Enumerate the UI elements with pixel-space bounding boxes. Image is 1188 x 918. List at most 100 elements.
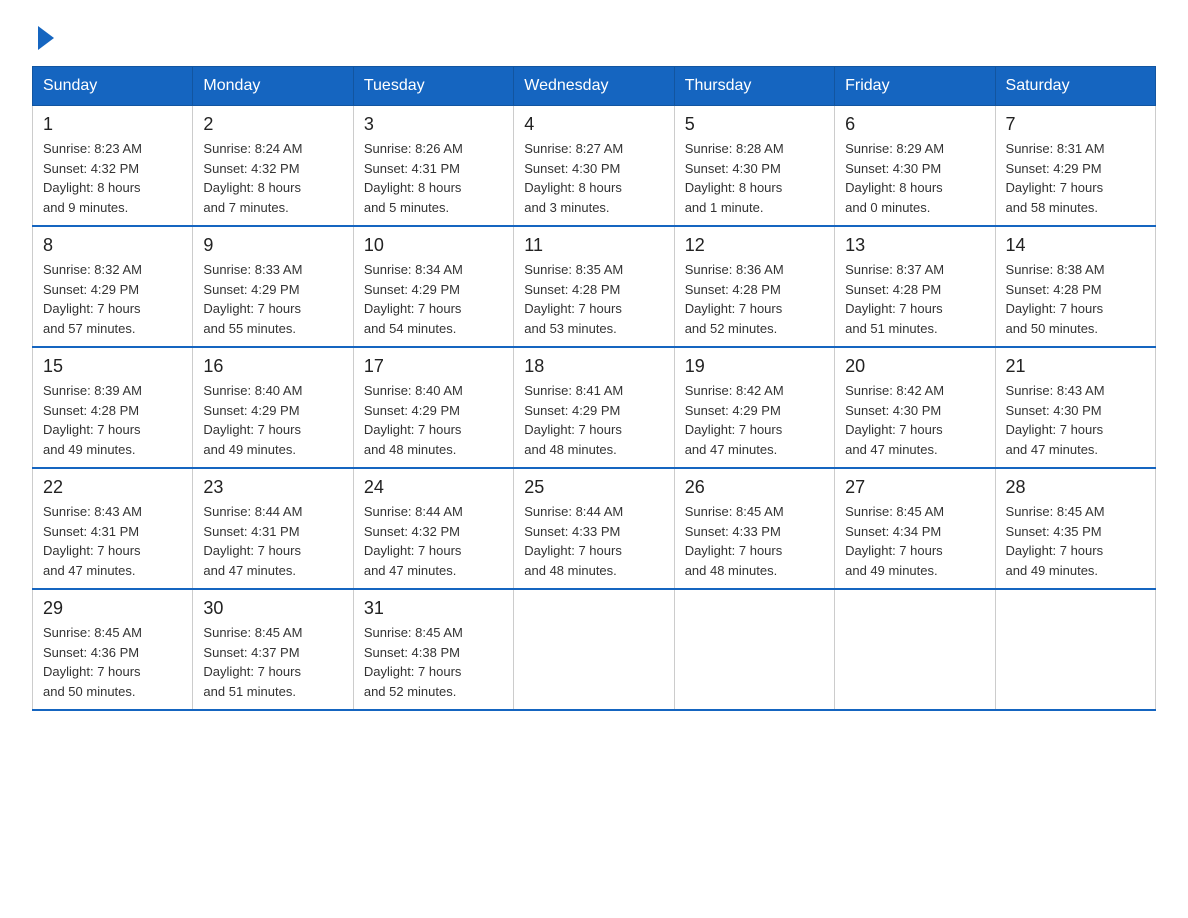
calendar-cell: 4 Sunrise: 8:27 AMSunset: 4:30 PMDayligh… (514, 106, 674, 227)
calendar-cell: 7 Sunrise: 8:31 AMSunset: 4:29 PMDayligh… (995, 106, 1155, 227)
weekday-header-wednesday: Wednesday (514, 67, 674, 106)
day-number: 3 (364, 114, 503, 135)
calendar-cell: 1 Sunrise: 8:23 AMSunset: 4:32 PMDayligh… (33, 106, 193, 227)
day-number: 14 (1006, 235, 1145, 256)
day-info: Sunrise: 8:44 AMSunset: 4:31 PMDaylight:… (203, 502, 342, 580)
day-number: 17 (364, 356, 503, 377)
day-number: 18 (524, 356, 663, 377)
day-number: 5 (685, 114, 824, 135)
day-info: Sunrise: 8:41 AMSunset: 4:29 PMDaylight:… (524, 381, 663, 459)
day-number: 21 (1006, 356, 1145, 377)
day-info: Sunrise: 8:29 AMSunset: 4:30 PMDaylight:… (845, 139, 984, 217)
day-info: Sunrise: 8:33 AMSunset: 4:29 PMDaylight:… (203, 260, 342, 338)
day-info: Sunrise: 8:43 AMSunset: 4:30 PMDaylight:… (1006, 381, 1145, 459)
day-number: 7 (1006, 114, 1145, 135)
day-number: 15 (43, 356, 182, 377)
calendar-cell: 9 Sunrise: 8:33 AMSunset: 4:29 PMDayligh… (193, 226, 353, 347)
day-number: 29 (43, 598, 182, 619)
calendar-cell: 18 Sunrise: 8:41 AMSunset: 4:29 PMDaylig… (514, 347, 674, 468)
calendar-cell: 8 Sunrise: 8:32 AMSunset: 4:29 PMDayligh… (33, 226, 193, 347)
calendar-cell: 27 Sunrise: 8:45 AMSunset: 4:34 PMDaylig… (835, 468, 995, 589)
day-number: 28 (1006, 477, 1145, 498)
calendar-cell: 3 Sunrise: 8:26 AMSunset: 4:31 PMDayligh… (353, 106, 513, 227)
day-number: 24 (364, 477, 503, 498)
day-info: Sunrise: 8:42 AMSunset: 4:29 PMDaylight:… (685, 381, 824, 459)
calendar-cell: 24 Sunrise: 8:44 AMSunset: 4:32 PMDaylig… (353, 468, 513, 589)
day-number: 2 (203, 114, 342, 135)
day-number: 12 (685, 235, 824, 256)
calendar-cell: 26 Sunrise: 8:45 AMSunset: 4:33 PMDaylig… (674, 468, 834, 589)
day-info: Sunrise: 8:45 AMSunset: 4:35 PMDaylight:… (1006, 502, 1145, 580)
calendar-cell: 14 Sunrise: 8:38 AMSunset: 4:28 PMDaylig… (995, 226, 1155, 347)
day-info: Sunrise: 8:40 AMSunset: 4:29 PMDaylight:… (203, 381, 342, 459)
calendar-cell: 31 Sunrise: 8:45 AMSunset: 4:38 PMDaylig… (353, 589, 513, 710)
calendar-cell: 5 Sunrise: 8:28 AMSunset: 4:30 PMDayligh… (674, 106, 834, 227)
calendar-cell: 19 Sunrise: 8:42 AMSunset: 4:29 PMDaylig… (674, 347, 834, 468)
day-number: 30 (203, 598, 342, 619)
calendar-cell: 29 Sunrise: 8:45 AMSunset: 4:36 PMDaylig… (33, 589, 193, 710)
day-info: Sunrise: 8:45 AMSunset: 4:34 PMDaylight:… (845, 502, 984, 580)
weekday-header-sunday: Sunday (33, 67, 193, 106)
day-info: Sunrise: 8:45 AMSunset: 4:36 PMDaylight:… (43, 623, 182, 701)
page-header (32, 24, 1156, 54)
logo (32, 24, 57, 54)
day-number: 16 (203, 356, 342, 377)
weekday-header-thursday: Thursday (674, 67, 834, 106)
day-number: 9 (203, 235, 342, 256)
day-info: Sunrise: 8:40 AMSunset: 4:29 PMDaylight:… (364, 381, 503, 459)
weekday-header-friday: Friday (835, 67, 995, 106)
day-number: 26 (685, 477, 824, 498)
calendar-cell: 28 Sunrise: 8:45 AMSunset: 4:35 PMDaylig… (995, 468, 1155, 589)
day-info: Sunrise: 8:36 AMSunset: 4:28 PMDaylight:… (685, 260, 824, 338)
day-info: Sunrise: 8:45 AMSunset: 4:38 PMDaylight:… (364, 623, 503, 701)
day-info: Sunrise: 8:39 AMSunset: 4:28 PMDaylight:… (43, 381, 182, 459)
calendar-cell: 12 Sunrise: 8:36 AMSunset: 4:28 PMDaylig… (674, 226, 834, 347)
day-info: Sunrise: 8:27 AMSunset: 4:30 PMDaylight:… (524, 139, 663, 217)
day-info: Sunrise: 8:45 AMSunset: 4:37 PMDaylight:… (203, 623, 342, 701)
day-info: Sunrise: 8:34 AMSunset: 4:29 PMDaylight:… (364, 260, 503, 338)
calendar-cell: 2 Sunrise: 8:24 AMSunset: 4:32 PMDayligh… (193, 106, 353, 227)
day-number: 19 (685, 356, 824, 377)
day-info: Sunrise: 8:45 AMSunset: 4:33 PMDaylight:… (685, 502, 824, 580)
calendar-week-row: 1 Sunrise: 8:23 AMSunset: 4:32 PMDayligh… (33, 106, 1156, 227)
calendar-cell (835, 589, 995, 710)
calendar-cell: 20 Sunrise: 8:42 AMSunset: 4:30 PMDaylig… (835, 347, 995, 468)
weekday-header-monday: Monday (193, 67, 353, 106)
day-number: 20 (845, 356, 984, 377)
calendar-cell: 25 Sunrise: 8:44 AMSunset: 4:33 PMDaylig… (514, 468, 674, 589)
calendar-cell: 16 Sunrise: 8:40 AMSunset: 4:29 PMDaylig… (193, 347, 353, 468)
day-info: Sunrise: 8:26 AMSunset: 4:31 PMDaylight:… (364, 139, 503, 217)
day-info: Sunrise: 8:43 AMSunset: 4:31 PMDaylight:… (43, 502, 182, 580)
calendar-cell (995, 589, 1155, 710)
calendar-week-row: 8 Sunrise: 8:32 AMSunset: 4:29 PMDayligh… (33, 226, 1156, 347)
day-number: 4 (524, 114, 663, 135)
day-info: Sunrise: 8:42 AMSunset: 4:30 PMDaylight:… (845, 381, 984, 459)
day-info: Sunrise: 8:38 AMSunset: 4:28 PMDaylight:… (1006, 260, 1145, 338)
day-number: 27 (845, 477, 984, 498)
day-number: 6 (845, 114, 984, 135)
calendar-week-row: 29 Sunrise: 8:45 AMSunset: 4:36 PMDaylig… (33, 589, 1156, 710)
day-number: 22 (43, 477, 182, 498)
day-info: Sunrise: 8:32 AMSunset: 4:29 PMDaylight:… (43, 260, 182, 338)
calendar-cell: 23 Sunrise: 8:44 AMSunset: 4:31 PMDaylig… (193, 468, 353, 589)
day-number: 11 (524, 235, 663, 256)
calendar-cell: 22 Sunrise: 8:43 AMSunset: 4:31 PMDaylig… (33, 468, 193, 589)
day-info: Sunrise: 8:23 AMSunset: 4:32 PMDaylight:… (43, 139, 182, 217)
calendar-week-row: 22 Sunrise: 8:43 AMSunset: 4:31 PMDaylig… (33, 468, 1156, 589)
day-number: 23 (203, 477, 342, 498)
day-info: Sunrise: 8:28 AMSunset: 4:30 PMDaylight:… (685, 139, 824, 217)
day-number: 25 (524, 477, 663, 498)
calendar-cell: 10 Sunrise: 8:34 AMSunset: 4:29 PMDaylig… (353, 226, 513, 347)
day-number: 31 (364, 598, 503, 619)
logo-arrow-icon (34, 24, 56, 60)
weekday-header-tuesday: Tuesday (353, 67, 513, 106)
calendar-cell: 15 Sunrise: 8:39 AMSunset: 4:28 PMDaylig… (33, 347, 193, 468)
weekday-header-row: SundayMondayTuesdayWednesdayThursdayFrid… (33, 67, 1156, 106)
day-info: Sunrise: 8:35 AMSunset: 4:28 PMDaylight:… (524, 260, 663, 338)
calendar-cell (674, 589, 834, 710)
day-info: Sunrise: 8:31 AMSunset: 4:29 PMDaylight:… (1006, 139, 1145, 217)
calendar-cell: 30 Sunrise: 8:45 AMSunset: 4:37 PMDaylig… (193, 589, 353, 710)
calendar-week-row: 15 Sunrise: 8:39 AMSunset: 4:28 PMDaylig… (33, 347, 1156, 468)
day-info: Sunrise: 8:44 AMSunset: 4:33 PMDaylight:… (524, 502, 663, 580)
day-info: Sunrise: 8:37 AMSunset: 4:28 PMDaylight:… (845, 260, 984, 338)
